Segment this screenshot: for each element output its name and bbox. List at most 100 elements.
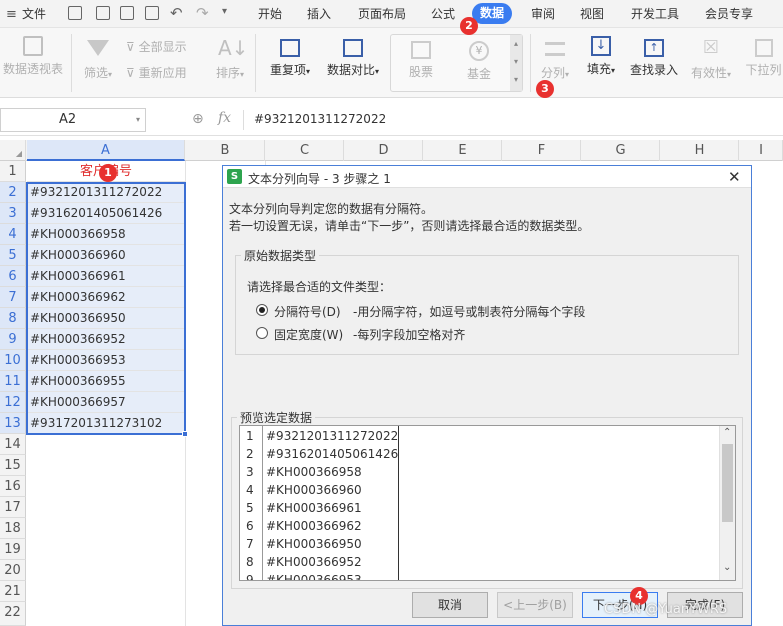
fill-handle[interactable] [182, 431, 188, 437]
row-header[interactable]: 19 [0, 539, 26, 560]
column-header-b[interactable]: B [186, 140, 265, 161]
preview-row: 1 #9321201311272022 [240, 427, 720, 445]
column-header-i[interactable]: I [740, 140, 783, 161]
validity-button[interactable]: ☒ 有效性▾ [688, 34, 734, 81]
name-box[interactable]: A2 [0, 108, 146, 132]
print-preview-icon[interactable] [145, 6, 159, 20]
save-icon[interactable] [68, 6, 82, 20]
reapply-button[interactable]: ⊽ 重新应用 [126, 64, 187, 81]
dialog-title-bar: S 文本分列向导 - 3 步骤之 1 ✕ [223, 166, 751, 188]
cancel-button[interactable]: 取消 [412, 592, 488, 618]
column-header-e[interactable]: E [424, 140, 502, 161]
fill-label: 填充 [586, 62, 611, 76]
formula-divider [243, 110, 244, 130]
row-header[interactable]: 5 [0, 245, 26, 266]
row-header[interactable]: 16 [0, 476, 26, 497]
column-header-a[interactable]: A [27, 140, 185, 161]
column-header-f[interactable]: F [503, 140, 581, 161]
sort-button[interactable]: A↓ 排序▾ [212, 34, 248, 81]
row-header[interactable]: 4 [0, 224, 26, 245]
scroll-down-icon[interactable]: ⌄ [723, 562, 731, 573]
tab-view[interactable]: 视图 [580, 5, 604, 22]
show-all-label: 全部显示 [138, 40, 187, 54]
row-header[interactable]: 6 [0, 266, 26, 287]
hamburger-icon[interactable]: ≡ [6, 7, 17, 22]
scroll-thumb[interactable] [722, 444, 733, 522]
column-header-d[interactable]: D [345, 140, 423, 161]
preview-row: 3 #KH000366958 [240, 463, 720, 481]
fill-down-icon: ↓ [591, 36, 611, 56]
preview-scrollbar[interactable]: ⌃ ⌄ [719, 426, 735, 580]
delimited-radio[interactable] [256, 304, 268, 316]
tab-data[interactable]: 数据 [472, 3, 513, 24]
row-header[interactable]: 7 [0, 287, 26, 308]
tab-home[interactable]: 开始 [258, 5, 282, 22]
preview-row: 4 #KH000366960 [240, 481, 720, 499]
tab-member[interactable]: 会员专享 [705, 5, 753, 22]
row-header[interactable]: 3 [0, 203, 26, 224]
stock-fund-panel: 股票 ¥ 基金 ▴ ▾ ▾ [390, 34, 523, 92]
filter-button[interactable]: 筛选▾ [80, 34, 116, 81]
tab-developer[interactable]: 开发工具 [631, 5, 679, 22]
preview-area[interactable]: 1 #9321201311272022 2 #9316201405061426 3 #… [239, 425, 736, 581]
customize-dropdown-icon[interactable]: ▾ [222, 6, 227, 17]
zoom-icon[interactable]: ⊕ [192, 111, 204, 127]
formula-input[interactable]: #9321201311272022 [254, 112, 386, 126]
intro-line-1: 文本分列向导判定您的数据有分隔符。 [229, 202, 434, 216]
scroll-up-icon[interactable]: ⌃ [723, 427, 731, 438]
row-header[interactable]: 11 [0, 371, 26, 392]
column-header-g[interactable]: G [582, 140, 660, 161]
row-header[interactable]: 10 [0, 350, 26, 371]
split-column-button[interactable]: 分列▾ [537, 34, 573, 81]
funds-button[interactable]: ¥ 基金 [461, 39, 497, 82]
row-header[interactable]: 8 [0, 308, 26, 329]
pivot-table-button[interactable]: 数据透视表 [2, 34, 64, 77]
row-header[interactable]: 22 [0, 602, 26, 626]
tab-insert[interactable]: 插入 [307, 5, 331, 22]
row-header[interactable]: 13 [0, 413, 26, 434]
tab-review[interactable]: 审阅 [531, 5, 555, 22]
show-all-button[interactable]: ⊽ 全部显示 [126, 38, 187, 55]
select-all-corner[interactable]: ◢ [0, 140, 26, 161]
preview-row-number: 5 [246, 501, 254, 515]
column-header-c[interactable]: C [266, 140, 344, 161]
fixed-width-label[interactable]: 固定宽度(W) [274, 326, 343, 343]
row-header[interactable]: 18 [0, 518, 26, 539]
row-header[interactable]: 2 [0, 182, 26, 203]
print-icon[interactable] [120, 6, 134, 20]
tab-page-layout[interactable]: 页面布局 [358, 5, 406, 22]
row-header[interactable]: 15 [0, 455, 26, 476]
preview-row: 6 #KH000366962 [240, 517, 720, 535]
tab-formula[interactable]: 公式 [431, 5, 455, 22]
compare-button[interactable]: 数据对比▾ [324, 34, 382, 78]
fx-icon[interactable]: fx [218, 110, 231, 126]
undo-icon[interactable]: ↶ [170, 4, 183, 22]
row-header[interactable]: 1 [0, 161, 26, 182]
delimited-label[interactable]: 分隔符号(D) [274, 303, 341, 320]
close-icon[interactable]: ✕ [728, 168, 741, 186]
row-header[interactable]: 9 [0, 329, 26, 350]
fill-button[interactable]: ↓ 填充▾ [583, 34, 619, 77]
row-header[interactable]: 20 [0, 560, 26, 581]
panel-scroll[interactable]: ▴ ▾ ▾ [510, 35, 522, 91]
preview-row-value: #KH000366950 [266, 537, 362, 551]
row-header[interactable]: 12 [0, 392, 26, 413]
stocks-button[interactable]: 股票 [403, 39, 439, 80]
column-header-h[interactable]: H [661, 140, 739, 161]
namebox-dropdown-icon[interactable]: ▾ [136, 115, 140, 124]
dropdown-list-button[interactable]: 下拉列 [744, 34, 783, 78]
menu-file[interactable]: 文件 [22, 5, 46, 22]
duplicates-button[interactable]: 重复项▾ [266, 34, 314, 78]
compare-label: 数据对比 [326, 63, 375, 77]
lookup-entry-button[interactable]: ↑ 查找录入 [628, 34, 680, 78]
redo-icon[interactable]: ↷ [196, 4, 209, 22]
split-label: 分列 [540, 66, 565, 80]
preview-row-value: #KH000366962 [266, 519, 362, 533]
export-icon[interactable] [96, 6, 110, 20]
row-header[interactable]: 17 [0, 497, 26, 518]
split-icon [545, 42, 565, 56]
previous-button[interactable]: <上一步(B) [497, 592, 573, 618]
fixed-width-radio[interactable] [256, 327, 268, 339]
row-header[interactable]: 21 [0, 581, 26, 602]
row-header[interactable]: 14 [0, 434, 26, 455]
